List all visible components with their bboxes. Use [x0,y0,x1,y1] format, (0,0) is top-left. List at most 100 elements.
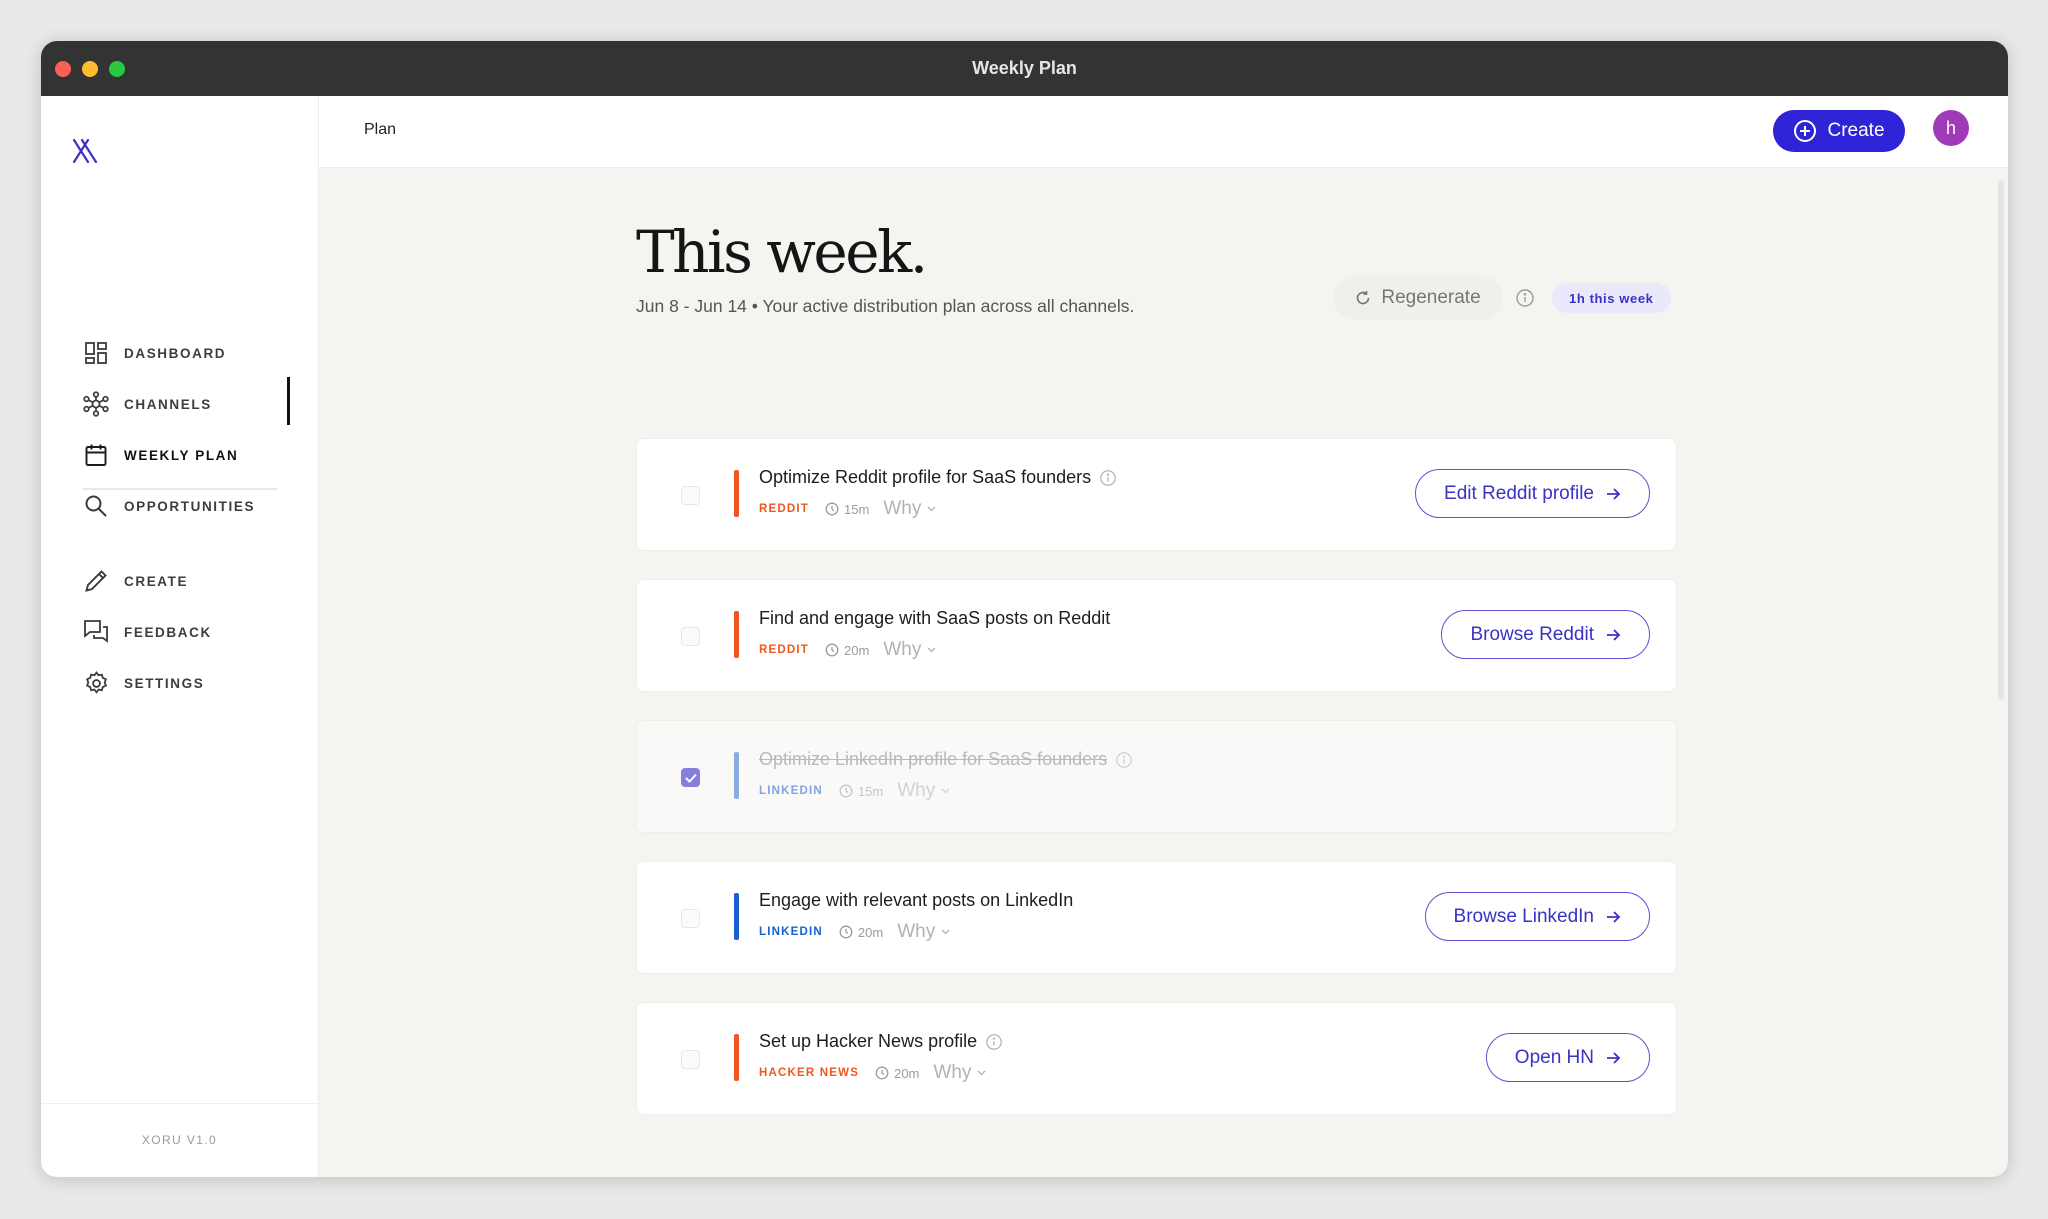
top-bar: Plan Create h [319,96,2008,168]
open-hn-button[interactable]: Open HN [1485,1033,1650,1082]
task-card: Find and engage with SaaS posts on Reddi… [636,579,1677,692]
sidebar: DASHBOARD CHANNELS WEEKLY PLAN OPPORTUNI… [41,96,319,1177]
create-button-label: Create [1827,120,1885,141]
channel-label: LINKEDIN [759,785,823,797]
task-card: Engage with relevant posts on LinkedIn L… [636,861,1677,974]
channel-accent-bar [734,1034,739,1081]
maximize-window-button[interactable] [109,61,125,77]
arrow-right-icon [1607,1051,1621,1064]
why-label: Why [883,498,922,519]
edit-reddit-profile-button[interactable]: Edit Reddit profile [1415,469,1650,518]
action-label: Edit Reddit profile [1444,482,1594,504]
sidebar-item-label: WEEKLY PLAN [124,447,239,463]
arrow-right-icon [1607,487,1621,500]
duration-text: 15m [844,501,870,517]
task-duration: 20m [875,1066,919,1081]
active-indicator [287,377,290,425]
task-title-text: Optimize Reddit profile for SaaS founder… [759,467,1092,487]
window-title: Weekly Plan [972,58,1077,78]
avatar[interactable]: h [1933,110,1969,146]
chevron-down-icon [977,1070,986,1076]
task-title-text: Set up Hacker News profile [759,1031,978,1051]
sidebar-item-label: OPPORTUNITIES [124,498,256,514]
breadcrumb[interactable]: Plan [364,121,396,139]
search-icon [83,493,109,519]
dashboard-grid-icon [83,340,109,366]
clock-icon [839,784,853,798]
info-icon[interactable] [985,1033,1003,1051]
task-title: Optimize Reddit profile for SaaS founder… [759,467,1117,488]
page-title: This week. [636,218,928,286]
task-meta: LINKEDIN 15m Why [759,780,950,802]
task-checkbox[interactable] [681,909,700,928]
sidebar-item-create[interactable]: CREATE [83,561,293,601]
calendar-icon [83,442,109,468]
sidebar-item-settings[interactable]: SETTINGS [83,663,293,703]
channel-label: REDDIT [759,644,810,656]
chevron-down-icon [927,506,936,512]
time-budget-badge: 1h this week [1552,283,1671,313]
close-window-button[interactable] [55,61,71,77]
why-toggle[interactable]: Why [933,1062,986,1084]
task-checkbox[interactable] [681,627,700,646]
task-meta: REDDIT 20m Why [759,639,936,661]
regenerate-label: Regenerate [1381,287,1481,308]
browse-reddit-button[interactable]: Browse Reddit [1441,610,1650,659]
title-bar: Weekly Plan [41,41,2008,96]
why-toggle[interactable]: Why [897,921,950,943]
sidebar-item-feedback[interactable]: FEEDBACK [83,612,293,652]
minimize-window-button[interactable] [82,61,98,77]
why-label: Why [897,921,936,942]
task-title: Find and engage with SaaS posts on Reddi… [759,608,1110,629]
why-label: Why [897,780,936,801]
sidebar-footer-divider [41,1103,318,1104]
sidebar-item-weekly-plan[interactable]: WEEKLY PLAN [83,435,293,475]
xoru-logo-icon[interactable] [69,134,103,168]
task-meta: HACKER NEWS 20m Why [759,1062,986,1084]
channel-accent-bar [734,611,739,658]
why-toggle[interactable]: Why [883,498,936,520]
sidebar-item-opportunities[interactable]: OPPORTUNITIES [83,486,293,526]
page-subtitle: Jun 8 - Jun 14 • Your active distributio… [636,296,1135,316]
info-icon[interactable] [1099,469,1117,487]
sidebar-item-label: CHANNELS [124,396,212,412]
why-toggle[interactable]: Why [897,780,950,802]
create-button[interactable]: Create [1773,110,1905,152]
chevron-down-icon [941,929,950,935]
action-label: Browse LinkedIn [1453,905,1594,927]
channel-label: LINKEDIN [759,926,823,938]
scrollbar[interactable] [1998,180,2004,700]
task-duration: 20m [825,643,869,658]
clock-icon [839,925,853,939]
chat-bubbles-icon [83,619,109,645]
info-icon[interactable] [1115,751,1133,769]
task-checkbox[interactable] [681,1050,700,1069]
arrow-right-icon [1607,910,1621,923]
task-card: Optimize Reddit profile for SaaS founder… [636,438,1677,551]
task-title-text: Find and engage with SaaS posts on Reddi… [759,608,1111,628]
action-label: Browse Reddit [1470,623,1594,645]
app-window: Weekly Plan DASHBOARD CHANNELS WEEKLY PL… [41,41,2008,1177]
browse-linkedin-button[interactable]: Browse LinkedIn [1424,892,1650,941]
task-duration: 20m [839,925,883,940]
channel-label: HACKER NEWS [759,1067,860,1079]
duration-text: 15m [857,783,884,799]
clock-icon [825,502,839,516]
task-meta: LINKEDIN 20m Why [759,921,950,943]
sidebar-item-channels[interactable]: CHANNELS [83,384,293,424]
sidebar-item-label: CREATE [124,573,189,589]
why-toggle[interactable]: Why [883,639,936,661]
task-meta: REDDIT 15m Why [759,498,936,520]
task-title-text: Engage with relevant posts on LinkedIn [759,890,1074,910]
task-title: Engage with relevant posts on LinkedIn [759,890,1073,911]
task-duration: 15m [839,784,883,799]
channel-accent-bar [734,470,739,517]
sidebar-item-dashboard[interactable]: DASHBOARD [83,333,293,373]
task-checkbox[interactable] [681,486,700,505]
regenerate-button[interactable]: Regenerate [1333,276,1503,320]
arrow-right-icon [1607,628,1621,641]
info-icon[interactable] [1515,288,1535,308]
pencil-icon [83,568,109,594]
task-checkbox[interactable] [681,768,700,787]
sidebar-item-label: DASHBOARD [124,345,227,361]
